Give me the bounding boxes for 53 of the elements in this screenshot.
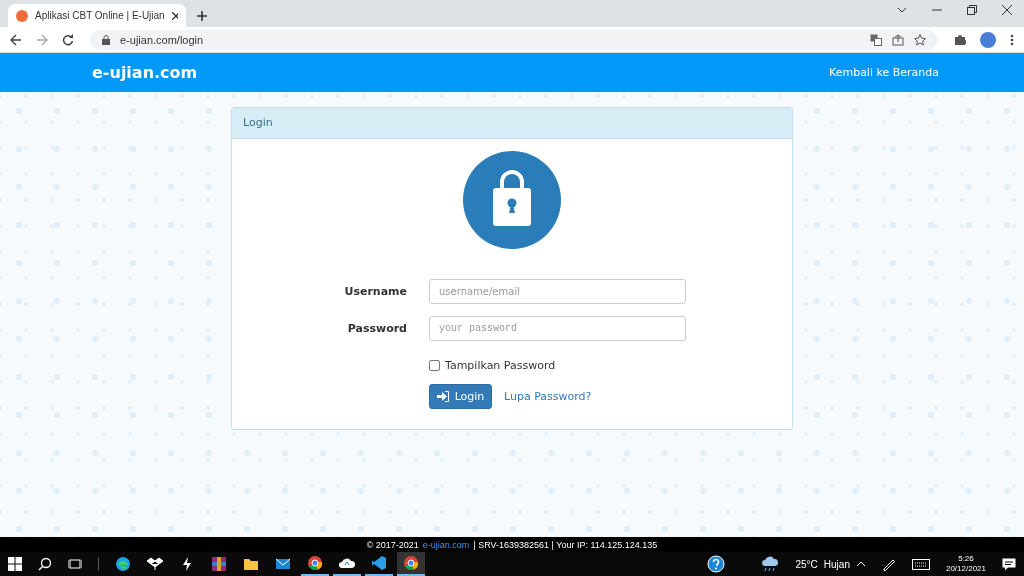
browser-tab[interactable]: Aplikasi CBT Online | E-Ujian [8,4,186,27]
close-icon[interactable] [1002,4,1012,15]
field-label: Username [343,285,407,298]
tab-title: Aplikasi CBT Online | E-Ujian [35,10,165,21]
address-bar[interactable]: e-ujian.com/login [90,29,938,50]
checkbox-label[interactable]: Tampilkan Password [445,359,556,372]
windows-icon[interactable] [8,557,22,571]
clock-time[interactable]: 5:26 [958,554,974,564]
back-icon[interactable] [10,33,22,46]
username-field[interactable]: username/email [429,279,686,304]
chevron-up-icon[interactable] [855,561,866,567]
notification-icon[interactable] [1002,557,1016,571]
search-icon[interactable] [38,557,52,571]
translate-icon[interactable] [870,33,882,46]
server-info: | SRV-1639382561 | Your IP: 114.125.124.135 [473,539,658,550]
new-tab-icon[interactable] [196,10,208,22]
archive-icon[interactable] [211,556,227,572]
site-favicon [16,9,28,22]
temperature: 25°C [795,558,818,570]
box-icon[interactable] [147,556,163,572]
chevron-down-icon[interactable] [897,6,907,13]
reload-icon[interactable] [62,33,74,46]
chrome-icon[interactable] [307,555,323,571]
help-icon[interactable] [707,555,726,573]
site-link[interactable]: e-ujian.com [422,539,470,550]
mail-icon[interactable] [275,556,291,572]
edge-icon[interactable] [115,556,131,572]
share-icon[interactable] [892,33,904,46]
padlock-icon [463,151,561,249]
field-label: Password [346,322,407,335]
keyboard-icon[interactable] [911,558,930,570]
lock-icon [102,34,110,45]
close-tab-icon[interactable] [171,11,178,20]
checkbox[interactable] [429,360,440,371]
rain-cloud-icon[interactable] [761,556,780,572]
avatar-icon[interactable] [980,31,996,48]
copyright-text: © 2017-2021 [366,539,419,550]
task-view-icon[interactable] [68,557,82,571]
code-editor-icon[interactable] [371,555,387,571]
password-field[interactable]: your password [429,316,686,341]
star-icon[interactable] [914,33,926,46]
more-icon[interactable] [1010,33,1014,46]
weather-text: Hujan [823,558,850,570]
restore-icon[interactable] [967,4,977,15]
forgot-password-link[interactable]: Lupa Password? [504,390,592,403]
chrome-icon[interactable] [403,555,419,571]
minimize-icon[interactable] [932,8,942,11]
clock-date[interactable]: 20/12/2021 [945,564,986,574]
folder-icon[interactable] [243,556,259,572]
sign-in-icon [436,391,449,402]
login-button[interactable]: Login [429,384,492,409]
panel-title: Login [232,108,792,139]
pen-icon[interactable] [881,557,896,571]
